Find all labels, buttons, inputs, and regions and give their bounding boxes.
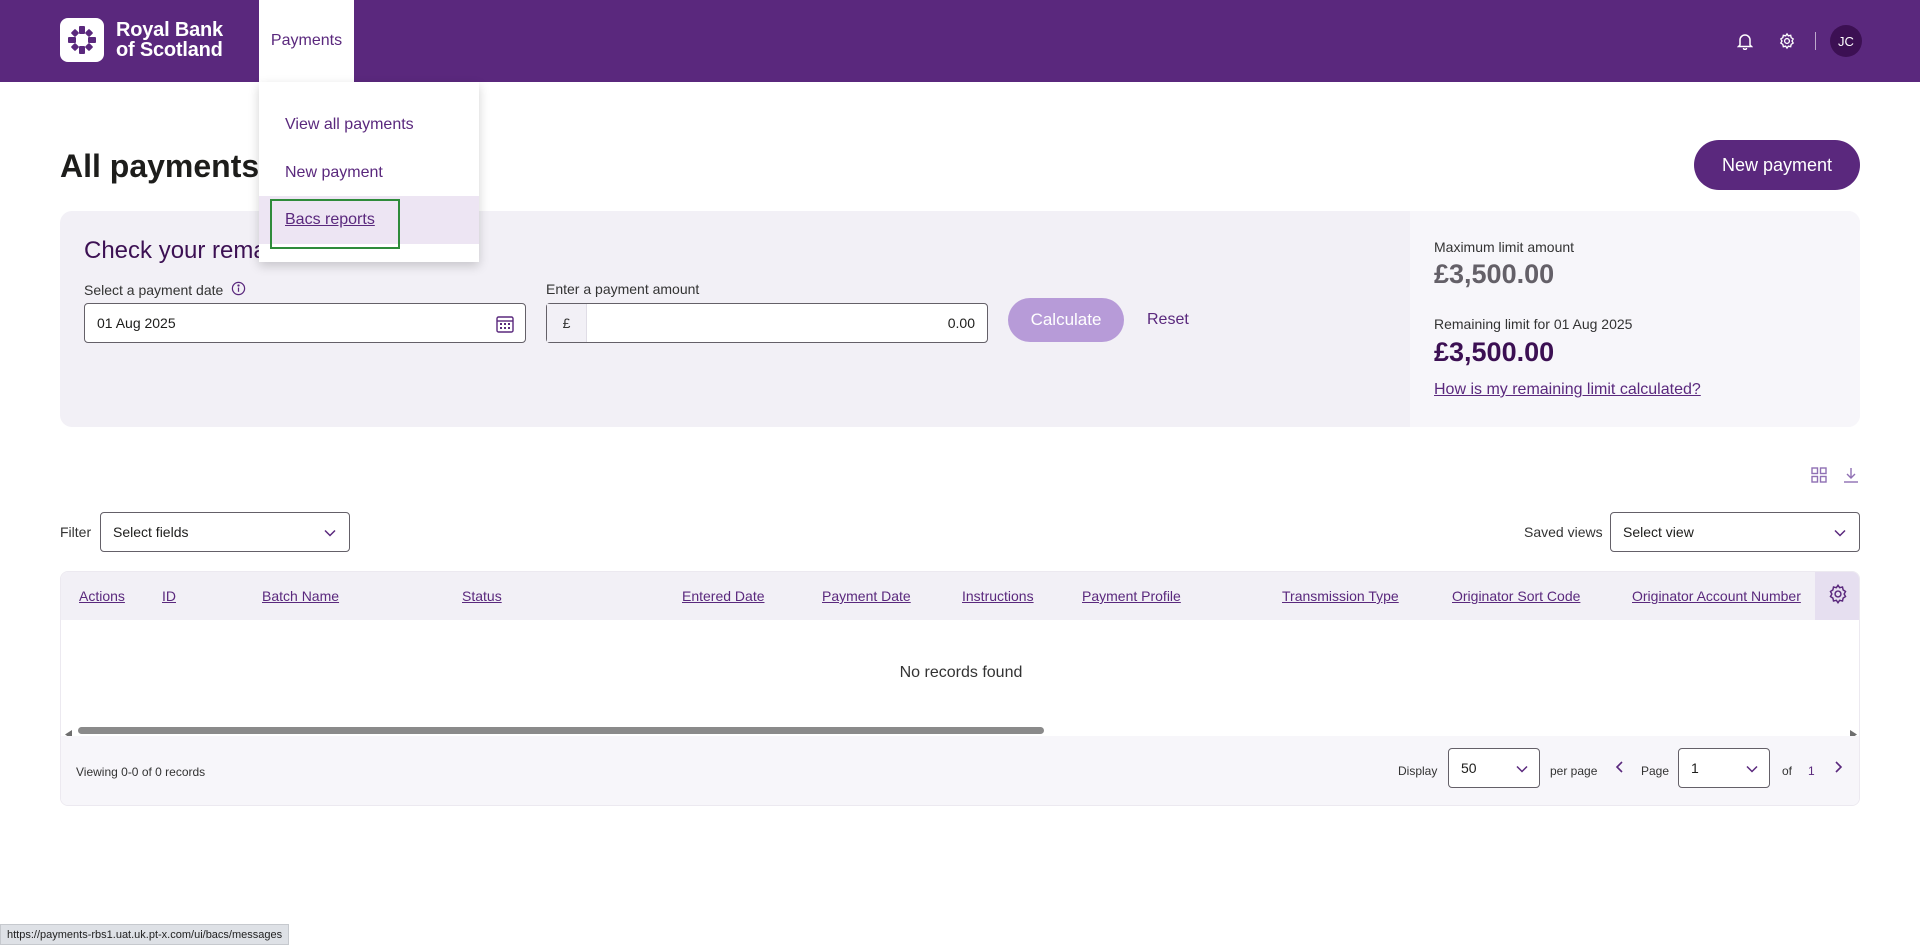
chevron-down-icon xyxy=(1833,526,1847,543)
menu-item-label: View all payments xyxy=(285,116,414,133)
page-title: All payments xyxy=(60,148,260,184)
horizontal-scrollbar[interactable] xyxy=(61,724,1859,739)
column-header-originator-account-number[interactable]: Originator Account Number xyxy=(1632,588,1801,604)
limit-panel-title: Check your rema xyxy=(84,237,267,264)
column-header-id[interactable]: ID xyxy=(162,588,176,604)
calendar-icon[interactable] xyxy=(495,314,515,337)
filter-label: Filter xyxy=(60,524,92,540)
browser-status-url: https://payments-rbs1.uat.uk.pt-x.com/ui… xyxy=(0,924,290,945)
filter-fields-value: Select fields xyxy=(113,524,189,540)
filter-fields-select[interactable]: Select fields xyxy=(100,512,350,552)
next-page-icon[interactable] xyxy=(1832,760,1844,779)
scrollbar-thumb[interactable] xyxy=(78,727,1044,734)
max-limit-value: £3,500.00 xyxy=(1434,259,1555,289)
remaining-limit-help-link[interactable]: How is my remaining limit calculated? xyxy=(1434,381,1701,399)
logo-wordmark: Royal Bank of Scotland xyxy=(116,19,223,61)
payment-date-label: Select a payment date xyxy=(84,281,246,299)
header-actions: JC xyxy=(1731,25,1862,57)
download-icon[interactable] xyxy=(1842,466,1860,489)
table-footer: Viewing 0-0 of 0 records Display 50 per … xyxy=(61,736,1859,805)
column-header-batch-name[interactable]: Batch Name xyxy=(262,588,339,604)
menu-item-new-payment[interactable]: New payment xyxy=(259,149,479,197)
table-header: Actions ID Batch Name Status Entered Dat… xyxy=(61,572,1859,620)
page-value: 1 xyxy=(1691,760,1699,776)
rbs-logo[interactable]: Royal Bank of Scotland xyxy=(60,18,223,62)
column-header-transmission-type[interactable]: Transmission Type xyxy=(1282,588,1399,604)
limit-summary: Maximum limit amount £3,500.00 Remaining… xyxy=(1410,211,1860,427)
payments-dropdown-menu: View all payments New payment Bacs repor… xyxy=(259,82,479,262)
per-page-value: 50 xyxy=(1461,760,1477,776)
column-header-payment-date[interactable]: Payment Date xyxy=(822,588,911,604)
calculate-button[interactable]: Calculate xyxy=(1008,298,1124,342)
payments-table: Actions ID Batch Name Status Entered Dat… xyxy=(60,571,1860,806)
user-avatar[interactable]: JC xyxy=(1830,25,1862,57)
rbs-daisy-icon xyxy=(60,18,104,62)
currency-prefix: £ xyxy=(547,304,587,342)
column-header-entered-date[interactable]: Entered Date xyxy=(682,588,765,604)
column-header-instructions[interactable]: Instructions xyxy=(962,588,1034,604)
menu-item-view-all-payments[interactable]: View all payments xyxy=(259,101,479,149)
payment-amount-input[interactable]: £ 0.00 xyxy=(546,303,988,343)
table-tools xyxy=(1810,466,1860,489)
payment-date-input[interactable]: 01 Aug 2025 xyxy=(84,303,526,343)
header-divider xyxy=(1815,32,1816,50)
page-label: Page xyxy=(1641,764,1670,778)
column-header-payment-profile[interactable]: Payment Profile xyxy=(1082,588,1181,604)
saved-views-select[interactable]: Select view xyxy=(1610,512,1860,552)
of-label: of xyxy=(1782,764,1793,778)
payment-amount-label: Enter a payment amount xyxy=(546,281,700,297)
chevron-down-icon xyxy=(1515,762,1529,779)
record-count: Viewing 0-0 of 0 records xyxy=(76,765,206,779)
new-payment-button[interactable]: New payment xyxy=(1694,140,1860,190)
focus-highlight xyxy=(270,199,400,249)
payment-amount-value: 0.00 xyxy=(947,315,975,331)
column-header-status[interactable]: Status xyxy=(462,588,502,604)
nav-payments[interactable]: Payments xyxy=(259,0,354,82)
max-limit-label: Maximum limit amount xyxy=(1434,239,1575,255)
previous-page-icon[interactable] xyxy=(1614,760,1626,779)
per-page-label: per page xyxy=(1550,764,1598,778)
per-page-select[interactable]: 50 xyxy=(1448,748,1540,788)
gear-icon[interactable] xyxy=(1773,25,1801,57)
reset-button[interactable]: Reset xyxy=(1147,311,1189,329)
bell-icon[interactable] xyxy=(1731,25,1759,57)
info-icon[interactable] xyxy=(231,281,246,299)
chevron-down-icon xyxy=(1745,762,1759,779)
remaining-limit-label: Remaining limit for 01 Aug 2025 xyxy=(1434,316,1633,332)
payment-date-label-text: Select a payment date xyxy=(84,282,224,298)
chevron-down-icon xyxy=(323,526,337,543)
menu-item-label: New payment xyxy=(285,164,383,181)
column-header-actions[interactable]: Actions xyxy=(79,588,125,604)
grid-view-icon[interactable] xyxy=(1810,466,1828,489)
remaining-limit-value: £3,500.00 xyxy=(1434,337,1555,367)
page-select[interactable]: 1 xyxy=(1678,748,1770,788)
saved-views-label: Saved views xyxy=(1524,524,1603,540)
saved-views-value: Select view xyxy=(1623,524,1694,540)
display-label: Display xyxy=(1398,764,1438,778)
column-settings-button[interactable] xyxy=(1815,572,1859,620)
column-header-originator-sort-code[interactable]: Originator Sort Code xyxy=(1452,588,1580,604)
empty-state-message: No records found xyxy=(899,664,1023,681)
total-pages: 1 xyxy=(1808,764,1815,778)
gear-icon xyxy=(1827,583,1849,610)
top-navigation-bar: Royal Bank of Scotland Payments JC xyxy=(0,0,1920,82)
payment-date-value: 01 Aug 2025 xyxy=(97,315,176,331)
